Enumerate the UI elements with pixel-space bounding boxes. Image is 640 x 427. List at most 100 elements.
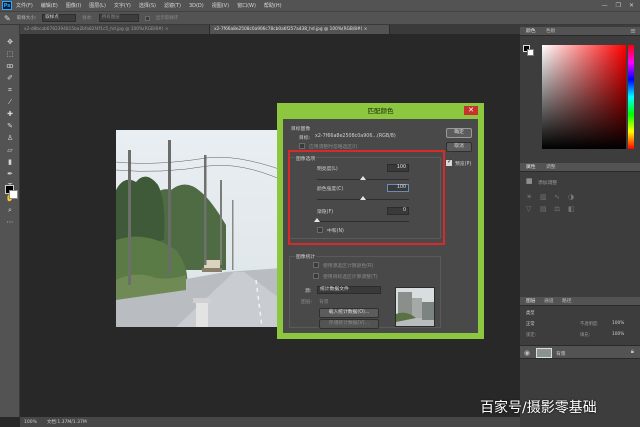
background-color-swatch[interactable]: [9, 190, 18, 199]
menu-edit[interactable]: 编辑(E): [37, 2, 62, 9]
tab-swatches[interactable]: 色板: [546, 27, 556, 36]
layer-thumbnail: [536, 348, 552, 358]
color-picker-field[interactable]: [542, 45, 626, 149]
panel-menu-icon[interactable]: ≡: [630, 27, 636, 35]
tab-color[interactable]: 颜色: [526, 27, 536, 36]
vibrance-icon[interactable]: ▽: [526, 205, 531, 213]
brightness-icon[interactable]: ☀: [526, 193, 532, 201]
ignore-selection-checkbox[interactable]: [299, 143, 305, 149]
sample-size-select[interactable]: 取样点: [42, 14, 77, 22]
lasso-tool-icon[interactable]: ꝏ: [3, 61, 17, 71]
crop-tool-icon[interactable]: ⌗: [3, 85, 17, 95]
menu-type[interactable]: 文字(Y): [110, 2, 135, 9]
menu-layer[interactable]: 图层(L): [85, 2, 110, 9]
healing-brush-icon[interactable]: ✚: [3, 109, 17, 119]
source-thumbnail-image: [396, 288, 434, 326]
layer-row-background[interactable]: ◉ 背景 🔒︎: [520, 345, 640, 359]
maximize-icon[interactable]: ❐: [616, 2, 621, 9]
ignore-selection-label: 应用调整时忽略选区(I): [309, 145, 358, 150]
eraser-tool-icon[interactable]: ▱: [3, 145, 17, 155]
cancel-button[interactable]: 取消: [446, 142, 472, 152]
pen-tool-icon[interactable]: ✒: [3, 169, 17, 179]
eyedropper-tool-icon[interactable]: ✎: [4, 14, 11, 23]
opacity-value[interactable]: 100%: [612, 321, 624, 326]
tab-layers[interactable]: 图层: [526, 297, 536, 306]
menu-help[interactable]: 帮助(H): [260, 2, 286, 9]
ok-button[interactable]: 确定: [446, 128, 472, 138]
hue-saturation-icon[interactable]: ▤: [540, 205, 547, 213]
brush-tool-icon[interactable]: ✎: [3, 121, 17, 131]
curves-icon[interactable]: ∿: [554, 193, 560, 201]
show-ring-checkbox[interactable]: [144, 15, 150, 21]
menu-3d[interactable]: 3D(D): [185, 3, 208, 9]
use-target-selection-checkbox[interactable]: [313, 273, 319, 279]
levels-icon[interactable]: ▥: [540, 193, 547, 201]
tab-adjustments[interactable]: 调整: [546, 163, 556, 172]
dialog-title: 匹配颜色: [367, 107, 394, 115]
quick-mask-icon[interactable]: [4, 205, 18, 215]
source-select[interactable]: 统计数据文件: [317, 286, 381, 294]
photoshop-logo-icon[interactable]: Ps: [2, 1, 12, 10]
layer-value[interactable]: 背景: [319, 298, 329, 305]
exposure-icon[interactable]: ◑: [568, 193, 574, 201]
tab-close-icon[interactable]: ×: [165, 27, 169, 32]
fill-value[interactable]: 100%: [612, 332, 624, 337]
adjustment-icon[interactable]: ▦: [526, 177, 533, 185]
document-size: 文档:1.37M/1.37M: [46, 420, 87, 425]
tab-channels[interactable]: 通道: [544, 297, 554, 306]
menu-file[interactable]: 文件(F): [12, 2, 37, 9]
preview-label: 预览(P): [455, 162, 472, 167]
sample-size-label: 取样大小:: [16, 16, 37, 21]
preview-checkbox[interactable]: [446, 158, 452, 166]
document-tabs: x2-d8bcab6782394815ba2bfa82f4f1c5_hd.jpg…: [20, 25, 520, 34]
sample-select[interactable]: 所有图层: [98, 14, 139, 22]
clone-stamp-icon[interactable]: ♙: [3, 133, 17, 143]
gradient-tool-icon[interactable]: ▮: [3, 157, 17, 167]
tab-close-icon[interactable]: ×: [364, 27, 368, 32]
tab-paths[interactable]: 路径: [562, 297, 572, 306]
black-white-icon[interactable]: ◧: [568, 205, 575, 213]
move-tool-icon[interactable]: ✥: [3, 37, 17, 47]
use-source-selection-checkbox[interactable]: [313, 262, 319, 268]
menu-window[interactable]: 窗口(W): [233, 2, 260, 9]
window-controls: — ❐ ✕: [602, 2, 640, 9]
panel-background-swatch[interactable]: [527, 49, 534, 56]
tab-label: x2-d8bcab6782394815ba2bfa82f4f1c5_hd.jpg…: [24, 27, 164, 32]
zoom-level[interactable]: 100%: [24, 420, 37, 425]
layer-kind-filter[interactable]: 类型: [526, 310, 535, 316]
target-value: x2-7f66a8e2508c0a906...(RGB/8): [315, 134, 396, 139]
opacity-label: 不透明度:: [580, 322, 599, 327]
quick-select-tool-icon[interactable]: ✐: [3, 73, 17, 83]
close-window-icon[interactable]: ✕: [629, 2, 634, 9]
lock-icon: 🔒︎: [630, 348, 634, 355]
dialog-close-button[interactable]: ✕: [464, 106, 478, 115]
layer-name[interactable]: 背景: [556, 350, 566, 357]
adjustments-panel-header: 属性 调整: [520, 163, 640, 172]
more-tools-icon[interactable]: ⋯: [3, 217, 17, 227]
menu-image[interactable]: 图像(I): [62, 2, 85, 9]
eyedropper-icon[interactable]: ⁄: [3, 97, 17, 107]
color-balance-icon[interactable]: ⚖: [554, 205, 560, 213]
sample-label: 样本:: [82, 16, 93, 21]
menu-select[interactable]: 选择(S): [135, 2, 160, 9]
roadside-photo: [116, 130, 282, 327]
tab-document-1[interactable]: x2-d8bcab6782394815ba2bfa82f4f1c5_hd.jpg…: [20, 25, 210, 34]
menu-view[interactable]: 视图(V): [208, 2, 233, 9]
hue-slider[interactable]: [628, 45, 634, 149]
menu-filter[interactable]: 滤镜(T): [160, 2, 185, 9]
document-photo[interactable]: [116, 130, 282, 327]
tab-properties[interactable]: 属性: [526, 163, 536, 172]
visibility-eye-icon[interactable]: ◉: [524, 349, 530, 357]
lock-label: 锁定:: [526, 333, 537, 338]
highlight-annotation-box: [288, 150, 445, 245]
blend-mode-select[interactable]: 正常: [526, 321, 535, 327]
dialog-title-bar[interactable]: 匹配颜色 ✕: [277, 103, 484, 117]
fill-label: 填充:: [580, 333, 591, 338]
menu-bar: Ps 文件(F) 编辑(E) 图像(I) 图层(L) 文字(Y) 选择(S) 滤…: [0, 0, 640, 11]
adjustment-icons-grid: ☀ ▥ ∿ ◑ ▽ ▤ ⚖ ◧: [526, 193, 626, 221]
minimize-icon[interactable]: —: [602, 2, 608, 9]
tab-document-2[interactable]: x2-7f66a8e2508c0a906c78cb0a6f257a438_hd.…: [210, 25, 390, 34]
save-statistics-button[interactable]: 存储统计数据(V)...: [319, 319, 379, 329]
marquee-tool-icon[interactable]: ⬚: [3, 49, 17, 59]
load-statistics-button[interactable]: 载入统计数据(O)...: [319, 308, 379, 318]
